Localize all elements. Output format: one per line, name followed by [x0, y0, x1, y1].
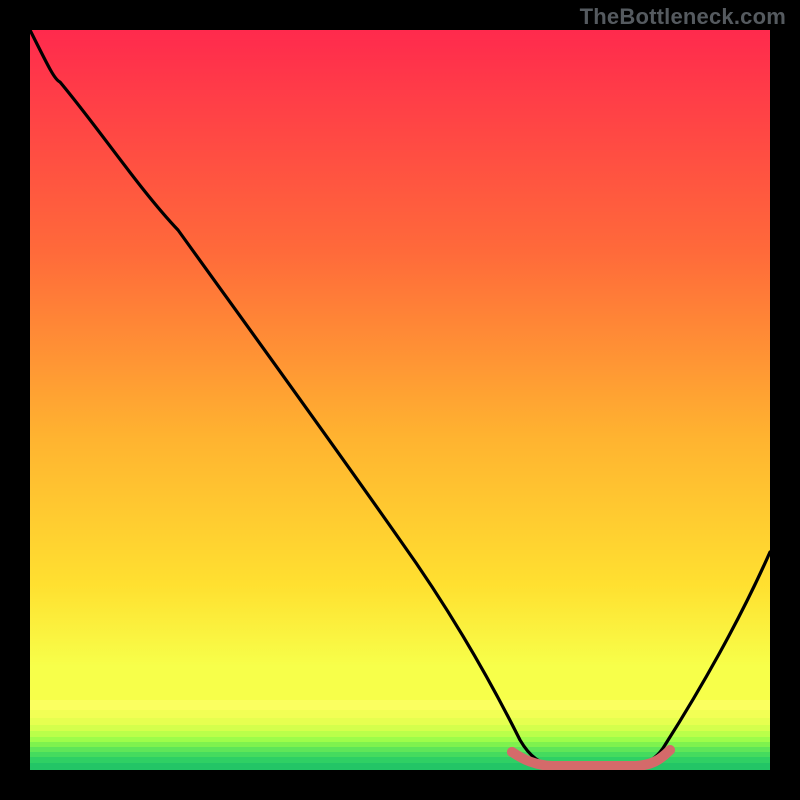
- highlight-start-dot: [507, 747, 517, 757]
- gradient-background: [30, 30, 770, 770]
- bottleneck-chart: [0, 0, 800, 800]
- highlight-end-dot: [665, 745, 675, 755]
- watermark-text: TheBottleneck.com: [580, 4, 786, 30]
- chart-frame: TheBottleneck.com: [0, 0, 800, 800]
